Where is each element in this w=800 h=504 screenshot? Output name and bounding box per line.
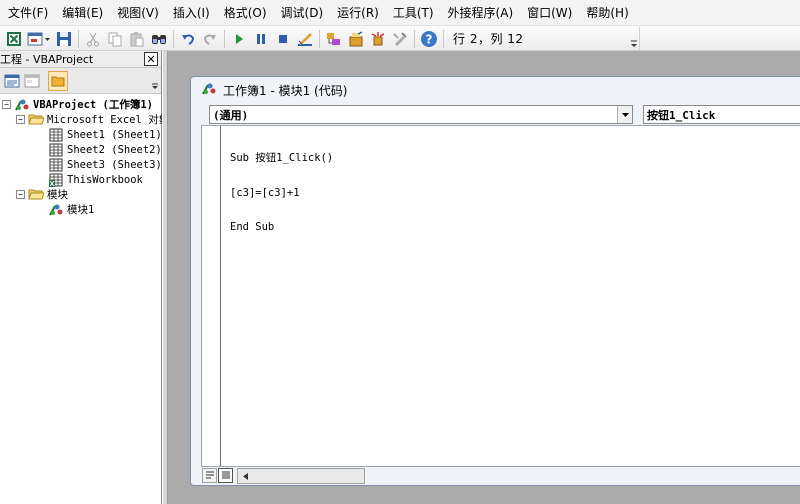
code-window-footer bbox=[201, 467, 800, 485]
view-code-icon[interactable] bbox=[2, 71, 22, 91]
collapse-icon[interactable]: − bbox=[2, 100, 11, 109]
properties-icon[interactable] bbox=[345, 28, 367, 50]
menu-item[interactable]: 格式(O) bbox=[224, 4, 267, 21]
save-icon[interactable] bbox=[53, 28, 75, 50]
standard-toolbar: ? 行 2，列 12 bbox=[0, 26, 800, 51]
tree-item-label: VBAProject (工作簿1) bbox=[33, 99, 154, 111]
toolbar-separator bbox=[224, 29, 225, 48]
tree-item[interactable]: Sheet2 (Sheet2) bbox=[36, 142, 162, 157]
tree-item-label: ThisWorkbook bbox=[67, 173, 143, 186]
full-module-view-icon[interactable] bbox=[218, 468, 233, 483]
code-editor[interactable]: Sub 按钮1_Click() [c3]=[c3]+1 End Sub bbox=[201, 125, 800, 467]
menu-item[interactable]: 文件(F) bbox=[8, 4, 48, 21]
project-explorer-title: 工程 - VBAProject bbox=[0, 53, 94, 66]
project-explorer-icon[interactable] bbox=[323, 28, 345, 50]
menu-item[interactable]: 工具(T) bbox=[393, 4, 434, 21]
project-explorer-panel: 工程 - VBAProject ✕ − VBAProject (工作簿1) − Mic… bbox=[0, 51, 169, 504]
help-icon[interactable]: ? bbox=[418, 28, 440, 50]
procedure-combo-value: 按钮1_Click bbox=[647, 108, 716, 122]
vba-project-icon bbox=[14, 98, 30, 112]
toolbox-icon[interactable] bbox=[389, 28, 411, 50]
code-text[interactable]: Sub 按钮1_Click() [c3]=[c3]+1 End Sub bbox=[230, 130, 333, 257]
code-combos: (通用) 按钮1_Click bbox=[209, 105, 800, 125]
chevron-down-icon[interactable] bbox=[617, 106, 632, 123]
project-explorer-titlebar: 工程 - VBAProject ✕ bbox=[0, 51, 161, 68]
code-line[interactable]: Sub 按钮1_Click() bbox=[230, 152, 333, 165]
toolbar-separator bbox=[173, 29, 174, 48]
toolbar-options-icon[interactable] bbox=[151, 72, 159, 93]
collapse-icon[interactable]: − bbox=[16, 190, 25, 199]
procedure-view-icon[interactable] bbox=[202, 468, 217, 483]
redo-icon[interactable] bbox=[199, 28, 221, 50]
toolbar-separator bbox=[443, 29, 444, 48]
toggle-folders-icon[interactable] bbox=[48, 70, 68, 91]
tree-item[interactable]: Sheet1 (Sheet1) bbox=[36, 127, 162, 142]
tree-item-label: Sheet3 (Sheet3) bbox=[67, 158, 162, 171]
reset-icon[interactable] bbox=[272, 28, 294, 50]
worksheet-icon bbox=[48, 158, 64, 172]
tree-item-label: Microsoft Excel 对象 bbox=[47, 114, 170, 126]
tree-item[interactable]: − Microsoft Excel 对象 bbox=[16, 112, 169, 127]
object-combo[interactable]: (通用) bbox=[209, 105, 633, 124]
menu-bar: 文件(F) 编辑(E) 视图(V) 插入(I) 格式(O) 调试(D) 运行(R) 工具(T)… bbox=[0, 0, 800, 26]
tree-item[interactable]: ThisWorkbook bbox=[36, 172, 143, 187]
workbook-icon bbox=[48, 173, 64, 187]
menu-item[interactable]: 运行(R) bbox=[337, 4, 379, 21]
project-explorer-toolbar bbox=[0, 68, 161, 94]
tree-item-label: 模块1 bbox=[67, 204, 95, 216]
close-icon[interactable]: ✕ bbox=[144, 52, 158, 66]
toolbar-separator bbox=[319, 29, 320, 48]
excel-icon[interactable] bbox=[3, 28, 25, 50]
cut-icon[interactable] bbox=[82, 28, 104, 50]
module-icon bbox=[48, 203, 64, 217]
menu-item[interactable]: 调试(D) bbox=[281, 4, 324, 21]
tree-item[interactable]: − 模块 bbox=[16, 187, 68, 202]
code-window-titlebar[interactable]: 工作簿1 - 模块1 (代码) bbox=[191, 77, 800, 104]
menu-item[interactable]: 编辑(E) bbox=[62, 4, 103, 21]
code-window-title: 工作簿1 - 模块1 (代码) bbox=[223, 84, 348, 98]
code-line[interactable]: [c3]=[c3]+1 bbox=[230, 187, 333, 200]
toolbar-separator bbox=[78, 29, 79, 48]
menu-item[interactable]: 视图(V) bbox=[117, 4, 159, 21]
tree-item-label: 模块 bbox=[47, 189, 68, 201]
menu-item[interactable]: 插入(I) bbox=[173, 4, 210, 21]
module-icon bbox=[201, 82, 217, 99]
cursor-position-status: 行 2，列 12 bbox=[453, 32, 524, 46]
tree-item[interactable]: − VBAProject (工作簿1) bbox=[2, 97, 153, 112]
tree-item[interactable]: Sheet3 (Sheet3) bbox=[36, 157, 162, 172]
scroll-left-icon[interactable] bbox=[238, 469, 252, 483]
copy-icon[interactable] bbox=[104, 28, 126, 50]
worksheet-icon bbox=[48, 128, 64, 142]
worksheet-icon bbox=[48, 143, 64, 157]
code-margin[interactable] bbox=[202, 126, 221, 466]
code-line[interactable]: End Sub bbox=[230, 221, 333, 234]
insert-userform-icon[interactable] bbox=[25, 28, 53, 50]
object-browser-icon[interactable] bbox=[367, 28, 389, 50]
tree-item-label: Sheet1 (Sheet1) bbox=[67, 128, 162, 141]
toolbar-separator bbox=[414, 29, 415, 48]
collapse-icon[interactable]: − bbox=[16, 115, 25, 124]
view-object-icon[interactable] bbox=[22, 71, 42, 91]
tree-item-label: Sheet2 (Sheet2) bbox=[67, 143, 162, 156]
folder-open-icon bbox=[28, 113, 44, 127]
run-icon[interactable] bbox=[228, 28, 250, 50]
undo-icon[interactable] bbox=[177, 28, 199, 50]
find-icon[interactable] bbox=[148, 28, 170, 50]
break-icon[interactable] bbox=[250, 28, 272, 50]
menu-item[interactable]: 窗口(W) bbox=[527, 4, 572, 21]
design-mode-icon[interactable] bbox=[294, 28, 316, 50]
tree-item[interactable]: 模块1 bbox=[36, 202, 94, 217]
folder-open-icon bbox=[28, 188, 44, 202]
toolbar-options-icon[interactable] bbox=[629, 28, 639, 50]
paste-icon[interactable] bbox=[126, 28, 148, 50]
object-combo-value: (通用) bbox=[213, 108, 249, 122]
code-window: 工作簿1 - 模块1 (代码) (通用) 按钮1_Click Sub 按钮1_C… bbox=[190, 76, 800, 486]
procedure-combo[interactable]: 按钮1_Click bbox=[643, 105, 800, 124]
menu-item[interactable]: 外接程序(A) bbox=[448, 4, 514, 21]
svg-text:?: ? bbox=[426, 32, 433, 46]
menu-item[interactable]: 帮助(H) bbox=[586, 4, 628, 21]
horizontal-scrollbar[interactable] bbox=[237, 468, 365, 484]
